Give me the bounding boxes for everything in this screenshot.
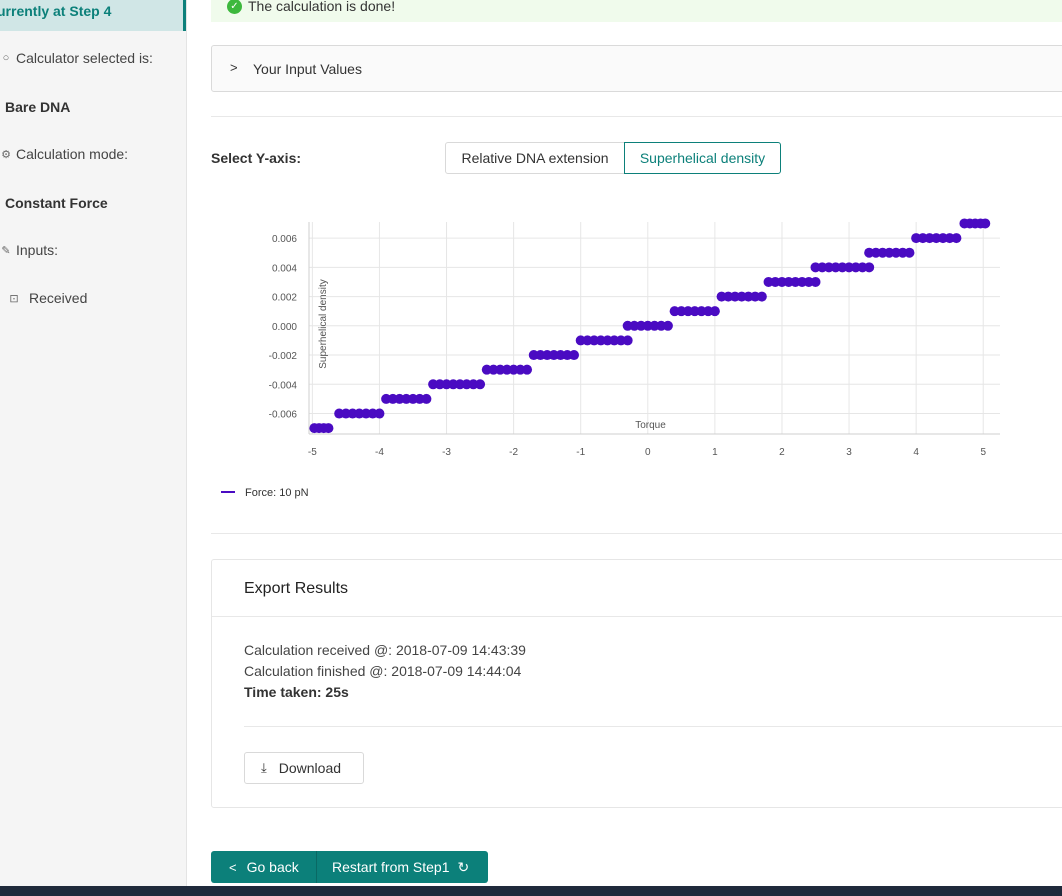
select-y-axis-label: Select Y-axis: <box>211 150 302 166</box>
y-tick-label: 0.002 <box>272 293 297 304</box>
data-point <box>568 350 579 361</box>
finished-time: Calculation finished @: 2018-07-09 14:44… <box>244 663 522 679</box>
restart-button[interactable]: Restart from Step1 ↻ <box>317 851 488 883</box>
y-tick-labels: 0.006 0.004 0.002 0.000 -0.002 -0.004 -0.006 <box>269 234 298 420</box>
data-point <box>323 423 334 434</box>
data-point <box>980 218 991 229</box>
inputs-label: Inputs: <box>16 242 59 258</box>
divider <box>211 116 1062 117</box>
mode-value: Constant Force <box>5 195 108 211</box>
x-tick-label: 5 <box>980 447 986 458</box>
y-tick-label: 0.000 <box>272 322 297 333</box>
go-back-button[interactable]: < Go back <box>211 851 317 883</box>
download-button[interactable]: ⤓ Download <box>244 752 364 784</box>
superhelical-density-chart: -5 -4 -3 -2 -1 0 1 2 3 4 5 0.006 0.004 0.002 0.000 -0.… <box>221 218 1000 499</box>
alert-text: The calculation is done! <box>248 0 396 14</box>
x-tick-labels: -5 -4 -3 -2 -1 0 1 2 3 4 5 <box>308 447 987 458</box>
x-axis-label: Torque <box>635 420 666 431</box>
download-icon: ⤓ <box>261 760 267 775</box>
chevron-right-icon: > <box>230 60 238 75</box>
y-tick-label: -0.006 <box>269 410 298 421</box>
received-label: Received <box>29 290 88 306</box>
bottom-bar <box>0 886 1062 896</box>
data-point <box>374 408 385 419</box>
circle-icon: ○ <box>2 52 10 64</box>
data-point <box>662 320 673 331</box>
x-tick-label: -4 <box>375 447 384 458</box>
y-tick-label: -0.002 <box>269 351 298 362</box>
mode-row: ⚙ Calculation mode: <box>0 146 128 162</box>
edit-icon: ✎ <box>1 244 11 257</box>
restart-label: Restart from Step1 <box>332 859 450 875</box>
time-taken: Time taken: 25s <box>244 684 349 700</box>
data-point <box>864 262 875 273</box>
gear-icon: ⚙ <box>1 148 11 161</box>
y-tick-label: 0.006 <box>272 234 297 245</box>
data-point <box>810 276 821 287</box>
current-step-label: urrently at Step 4 <box>0 3 112 19</box>
check-circle-icon: ✓ <box>227 0 242 14</box>
calculator-row: ○ Calculator selected is: <box>0 50 153 66</box>
divider <box>244 726 1062 727</box>
mode-label: Calculation mode: <box>16 146 129 162</box>
nav-button-group: < Go back Restart from Step1 ↻ <box>211 851 488 883</box>
x-tick-label: 3 <box>846 447 852 458</box>
success-alert: ✓ The calculation is done! <box>211 0 1062 22</box>
received-time: Calculation received @: 2018-07-09 14:43… <box>244 642 526 658</box>
data-point <box>421 393 432 404</box>
data-point <box>709 306 720 317</box>
divider <box>212 616 1062 617</box>
y-tick-label: -0.004 <box>269 380 298 391</box>
chevron-left-icon: < <box>229 859 237 875</box>
x-tick-label: -2 <box>509 447 518 458</box>
export-title: Export Results <box>244 580 349 597</box>
download-label: Download <box>278 760 342 776</box>
inputs-row: ✎ Inputs: <box>0 242 58 258</box>
y-axis-label: Superhelical density <box>318 279 329 369</box>
calculator-value: Bare DNA <box>5 99 71 115</box>
sidebar: urrently at Step 4 ○ Calculator selected… <box>0 0 187 886</box>
go-back-label: Go back <box>246 859 299 875</box>
legend-label: Force: 10 pN <box>245 487 309 499</box>
x-tick-label: 2 <box>779 447 785 458</box>
input-values-label: Your Input Values <box>253 61 362 77</box>
received-row: ⊡ Received <box>8 290 87 306</box>
lock-icon: ⊡ <box>9 292 19 305</box>
data-point <box>622 335 633 346</box>
x-tick-label: 1 <box>712 447 718 458</box>
calculator-label: Calculator selected is: <box>16 50 153 66</box>
x-tick-label: -3 <box>442 447 451 458</box>
reload-icon: ↻ <box>457 858 470 875</box>
x-tick-label: -1 <box>576 447 585 458</box>
data-point <box>951 233 962 244</box>
y-axis-option-relative-extension[interactable]: Relative DNA extension <box>445 142 625 174</box>
x-tick-label: -5 <box>308 447 317 458</box>
current-step-indicator: urrently at Step 4 <box>0 0 186 31</box>
y-axis-option-superhelical-density[interactable]: Superhelical density <box>624 142 781 174</box>
x-tick-label: 0 <box>645 447 651 458</box>
input-values-collapse[interactable]: > Your Input Values <box>211 45 1062 92</box>
data-point <box>904 247 915 258</box>
x-tick-label: 4 <box>913 447 919 458</box>
export-results-card: Export Results Calculation received @: 2… <box>211 559 1062 808</box>
data-point <box>522 364 533 375</box>
data-point <box>475 379 486 390</box>
divider <box>211 533 1062 534</box>
data-point <box>756 291 767 302</box>
y-tick-label: 0.004 <box>272 263 297 274</box>
